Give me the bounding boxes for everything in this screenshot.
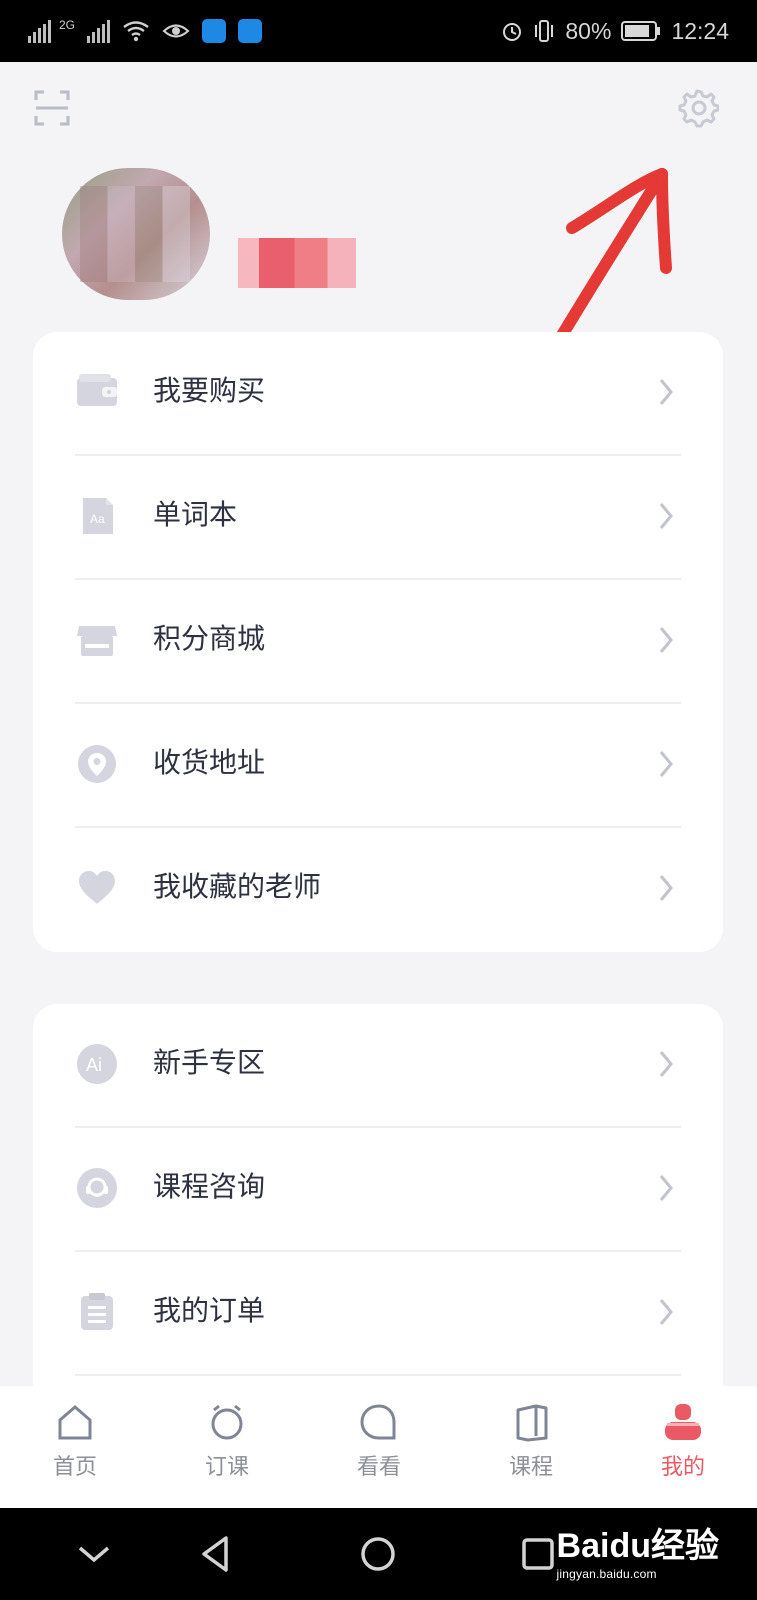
nav-watch[interactable]: 看看 <box>329 1400 429 1492</box>
svg-text:Aa: Aa <box>90 512 105 526</box>
hotspot-app-icon <box>238 19 263 43</box>
chevron-right-icon <box>659 875 673 901</box>
battery-icon <box>621 21 661 41</box>
clipboard-icon <box>75 1290 119 1334</box>
signal-icon-2 <box>87 19 111 43</box>
menu-item-beginner-zone[interactable]: Ai 新手专区 <box>33 1004 723 1128</box>
shop-icon <box>75 618 119 662</box>
wallet-icon <box>75 370 119 414</box>
baidu-watermark: Baidu经验 jingyan.baidu.com <box>557 1526 719 1582</box>
status-right: 80% 12:24 <box>501 14 729 48</box>
username-redacted <box>238 238 356 288</box>
home-icon <box>58 1405 92 1440</box>
book-icon <box>516 1404 548 1442</box>
signal-icon <box>28 19 51 43</box>
chevron-right-icon <box>659 1175 673 1201</box>
support-icon <box>75 1166 119 1210</box>
status-bar: 2G 80% 12:24 <box>0 0 757 62</box>
nav-book-class[interactable]: 订课 <box>177 1400 277 1492</box>
avatar[interactable] <box>62 168 210 300</box>
scan-icon[interactable] <box>32 88 72 128</box>
menu-label: 收货地址 <box>153 746 266 779</box>
chevron-right-icon <box>659 1299 673 1325</box>
top-bar <box>0 62 757 157</box>
chevron-right-icon <box>659 379 673 405</box>
menu-label: 新手专区 <box>153 1046 266 1079</box>
nav-courses[interactable]: 课程 <box>481 1400 581 1492</box>
nav-label: 订课 <box>204 1455 249 1480</box>
battery-percent: 80% <box>565 17 612 44</box>
shield-app-icon <box>202 19 227 43</box>
menu-label: 我要购买 <box>153 374 266 407</box>
alarm-status-icon <box>503 23 522 41</box>
nav-label: 课程 <box>508 1455 553 1480</box>
wordbook-icon: Aa <box>75 494 119 538</box>
chevron-down-icon[interactable] <box>70 1530 118 1578</box>
menu-label: 我的订单 <box>153 1294 266 1327</box>
menu-item-shop[interactable]: 积分商城 <box>33 580 723 704</box>
menu-item-wordbook[interactable]: Aa 单词本 <box>33 456 723 580</box>
ai-icon: Ai <box>75 1042 119 1086</box>
chevron-right-icon <box>659 751 673 777</box>
home-circle-icon[interactable] <box>354 1530 402 1578</box>
menu-item-favorite-teachers[interactable]: 我收藏的老师 <box>33 828 723 952</box>
chat-bubble-icon <box>360 1404 396 1440</box>
menu-card-secondary: Ai 新手专区 课程咨询 我的订单 <box>33 1004 723 1434</box>
recent-apps-icon[interactable] <box>514 1530 562 1578</box>
nav-label: 我的 <box>660 1455 705 1480</box>
menu-item-my-orders[interactable]: 我的订单 <box>33 1252 723 1376</box>
menu-item-address[interactable]: 收货地址 <box>33 704 723 828</box>
chevron-right-icon <box>659 627 673 653</box>
svg-text:Ai: Ai <box>86 1055 102 1075</box>
menu-label: 积分商城 <box>153 622 266 655</box>
menu-item-buy[interactable]: 我要购买 <box>33 332 723 456</box>
vibrate-icon <box>535 20 554 42</box>
chevron-right-icon <box>659 1051 673 1077</box>
system-navigation-bar: Baidu经验 jingyan.baidu.com <box>0 1508 757 1600</box>
nav-home[interactable]: 首页 <box>25 1400 125 1492</box>
nav-profile[interactable]: 我的 <box>633 1400 733 1492</box>
nav-label: 看看 <box>356 1455 401 1480</box>
location-icon <box>75 742 119 786</box>
menu-label: 课程咨询 <box>153 1170 266 1203</box>
gear-icon[interactable] <box>675 86 719 130</box>
menu-label: 单词本 <box>153 498 238 531</box>
network-label: 2G <box>59 18 76 32</box>
menu-card-primary: 我要购买 Aa 单词本 积分商城 收货地址 我收藏的老师 <box>33 332 723 952</box>
heart-icon <box>75 866 119 910</box>
clock: 12:24 <box>671 17 729 44</box>
divider <box>75 1374 681 1376</box>
eye-icon <box>162 24 190 38</box>
menu-label: 我收藏的老师 <box>153 870 322 903</box>
wifi-icon <box>123 21 149 42</box>
profile-icon <box>665 1404 701 1440</box>
alarm-icon <box>211 1404 243 1440</box>
status-left: 2G <box>28 14 263 48</box>
bottom-navigation: 首页 订课 看看 课程 我的 <box>0 1386 757 1508</box>
watermark-main: Baidu经验 <box>556 1527 719 1565</box>
chevron-right-icon <box>659 503 673 529</box>
watermark-site: jingyan.baidu.com <box>556 1567 657 1581</box>
nav-label: 首页 <box>52 1455 97 1480</box>
back-icon[interactable] <box>192 1530 240 1578</box>
menu-item-course-consult[interactable]: 课程咨询 <box>33 1128 723 1252</box>
